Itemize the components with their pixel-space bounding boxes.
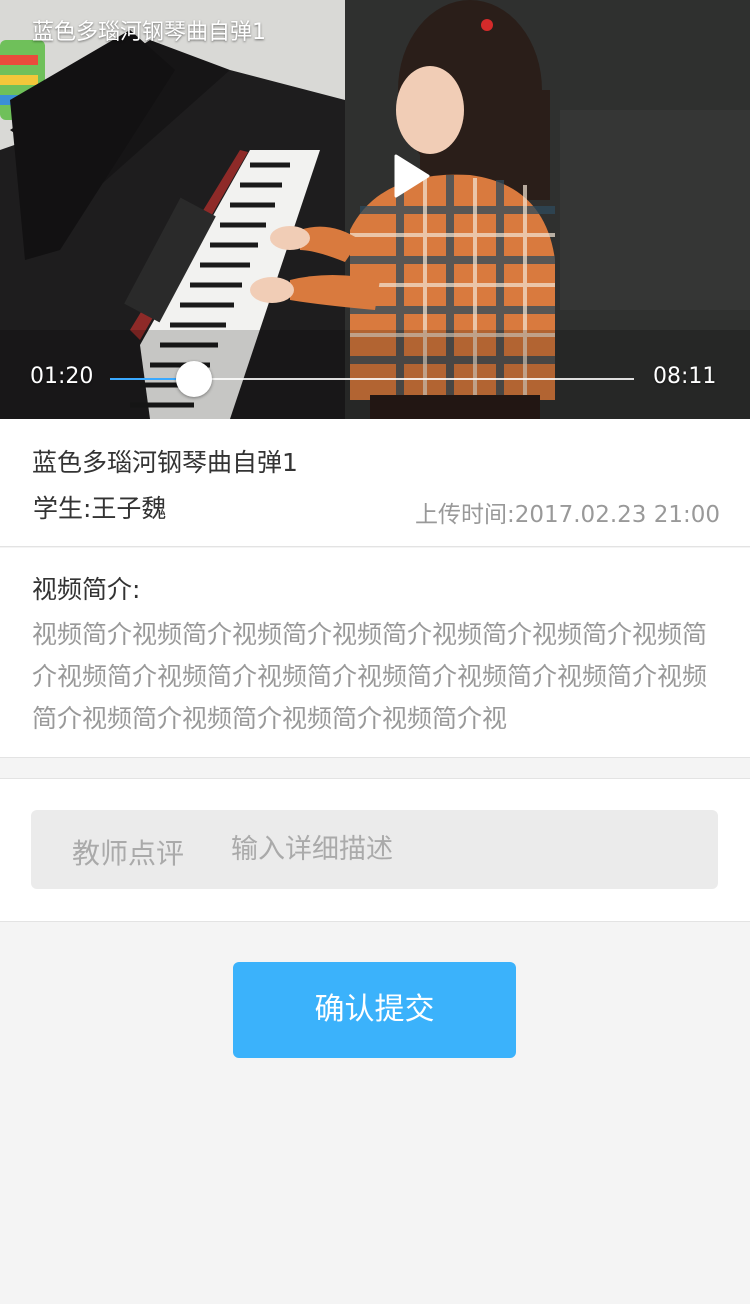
intro-label: 视频简介: xyxy=(32,575,141,604)
submit-button[interactable]: 确认提交 xyxy=(233,962,516,1058)
current-time: 01:20 xyxy=(30,364,94,389)
student-name: 学生:王子魏 xyxy=(33,494,167,523)
video-info: 蓝色多瑙河钢琴曲自弹1 学生:王子魏 上传时间:2017.02.23 21:00 xyxy=(0,419,750,547)
progress-knob[interactable] xyxy=(175,361,212,397)
progress-bar[interactable] xyxy=(110,361,634,397)
play-icon[interactable] xyxy=(388,152,436,200)
video-intro: 视频简介: 视频简介视频简介视频简介视频简介视频简介视频简介视频简介视频简介视频… xyxy=(0,548,750,758)
total-time: 08:11 xyxy=(653,364,717,389)
info-title: 蓝色多瑙河钢琴曲自弹1 xyxy=(32,448,298,477)
comment-input[interactable] xyxy=(231,824,701,874)
video-player[interactable]: 蓝色多瑙河钢琴曲自弹1 01:20 08:11 xyxy=(0,0,750,419)
comment-label: 教师点评 xyxy=(72,837,185,870)
video-title: 蓝色多瑙河钢琴曲自弹1 xyxy=(32,20,266,45)
video-frame xyxy=(0,0,750,419)
comment-box[interactable]: 教师点评 xyxy=(31,810,718,889)
intro-text: 视频简介视频简介视频简介视频简介视频简介视频简介视频简介视频简介视频简介视频简介… xyxy=(32,620,708,733)
comment-section: 教师点评 xyxy=(0,778,750,922)
upload-time: 上传时间:2017.02.23 21:00 xyxy=(414,502,720,528)
